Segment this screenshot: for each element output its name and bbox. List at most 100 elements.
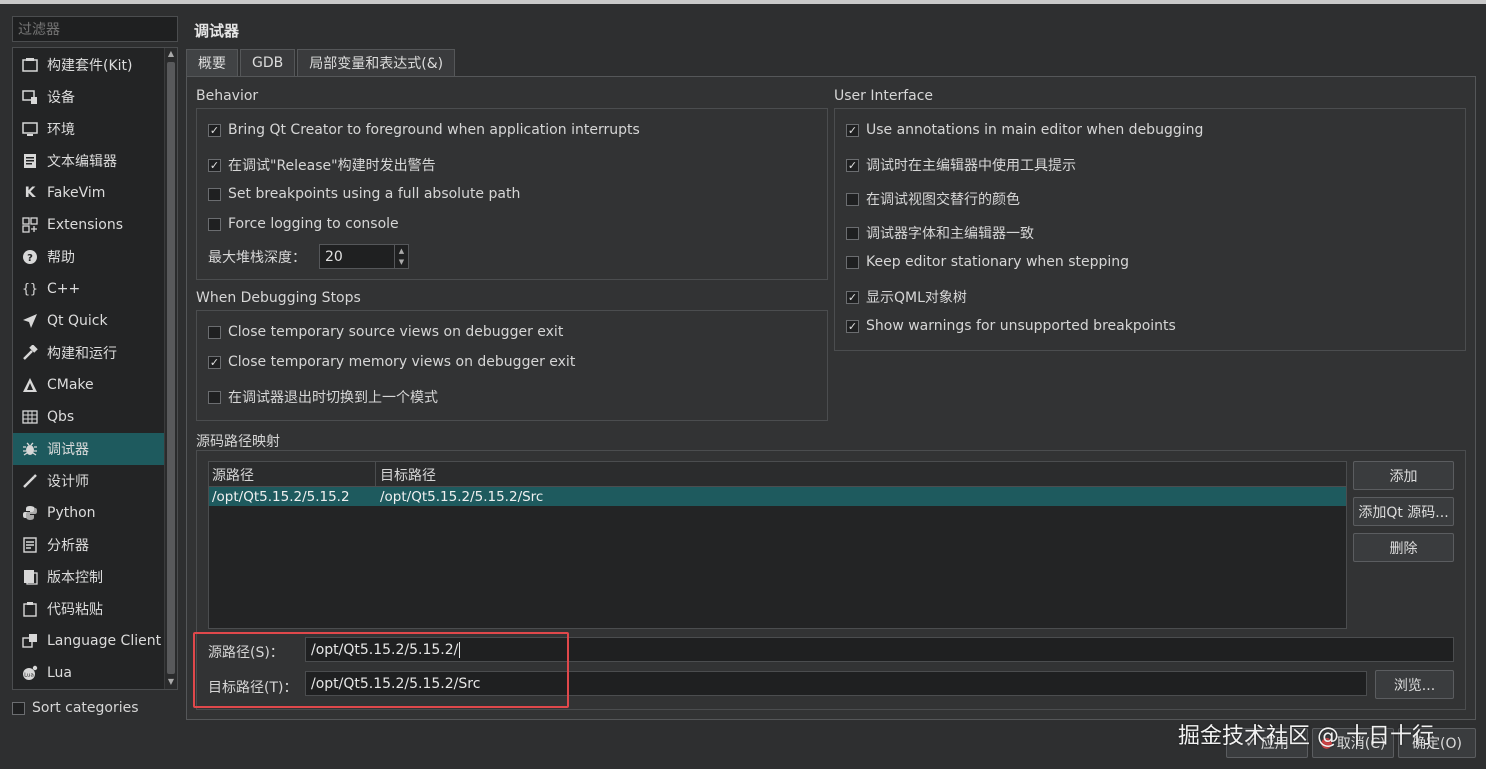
qtquick-icon	[21, 312, 39, 330]
sidebar-item-analyzer[interactable]: 分析器	[13, 529, 165, 561]
sidebar-item-label: 设备	[47, 90, 75, 106]
checkbox-unchecked[interactable]	[846, 192, 859, 206]
checkbox-checked[interactable]: ✓	[208, 355, 221, 369]
sidebar-item-environment[interactable]: 环境	[13, 113, 165, 145]
debug-stops-option[interactable]: Close temporary source views on debugger…	[208, 324, 563, 340]
sidebar-item-build-run[interactable]: 构建和运行	[13, 337, 165, 369]
chevron-down-icon[interactable]: ▼	[399, 258, 404, 266]
option-label: 显示QML对象树	[866, 290, 967, 306]
option-label: 在调试"Release"构建时发出警告	[228, 158, 436, 174]
scroll-up-arrow[interactable]: ▲	[165, 48, 177, 60]
source-mapping-group-title: 源码路径映射	[196, 434, 280, 450]
tab-locals-expressions[interactable]: 局部变量和表达式(&)	[297, 49, 456, 76]
extensions-icon	[21, 216, 39, 234]
category-scrollbar[interactable]: ▲ ▼	[164, 48, 177, 689]
chevron-up-icon[interactable]: ▲	[399, 247, 404, 255]
option-label: Bring Qt Creator to foreground when appl…	[228, 122, 640, 138]
max-stack-depth-label: 最大堆栈深度：	[208, 250, 306, 266]
cmake-icon	[21, 376, 39, 394]
checkbox-checked[interactable]: ✓	[208, 158, 221, 172]
spinbox-buttons[interactable]: ▲ ▼	[394, 245, 408, 268]
sidebar-item-lua[interactable]: Lua Lua	[13, 657, 165, 689]
sidebar-item-label: Python	[47, 505, 96, 521]
sidebar-item-cmake[interactable]: CMake	[13, 369, 165, 401]
sidebar-item-fakevim[interactable]: K FakeVim	[13, 177, 165, 209]
sidebar-item-qbs[interactable]: Qbs	[13, 401, 165, 433]
fakevim-icon: K	[24, 185, 36, 201]
behavior-option[interactable]: Set breakpoints using a full absolute pa…	[208, 186, 520, 202]
checkbox-box[interactable]	[12, 701, 25, 715]
checkbox-unchecked[interactable]	[208, 325, 221, 339]
browse-button[interactable]: 浏览...	[1375, 670, 1454, 699]
braces-icon: {}	[22, 281, 38, 297]
column-header-target[interactable]: 目标路径	[376, 462, 1346, 487]
debug-stops-option[interactable]: ✓ Close temporary memory views on debugg…	[208, 354, 575, 370]
svg-text:Lua: Lua	[24, 673, 34, 679]
checkbox-checked[interactable]: ✓	[846, 290, 859, 304]
sidebar-item-language-client[interactable]: Language Client	[13, 625, 165, 657]
sidebar-item-label: Language Client	[47, 633, 162, 649]
sidebar-item-qtquick[interactable]: Qt Quick	[13, 305, 165, 337]
behavior-option[interactable]: ✓ 在调试"Release"构建时发出警告	[208, 155, 436, 175]
ui-option[interactable]: ✓ Show warnings for unsupported breakpoi…	[846, 318, 1176, 334]
behavior-option[interactable]: ✓ Bring Qt Creator to foreground when ap…	[208, 122, 640, 138]
checkbox-unchecked[interactable]	[208, 217, 221, 231]
ui-option[interactable]: ✓ Use annotations in main editor when de…	[846, 122, 1203, 138]
checkbox-unchecked[interactable]	[846, 255, 859, 269]
sidebar-item-cpp[interactable]: {} C++	[13, 273, 165, 305]
debugging-stops-group-title: When Debugging Stops	[196, 290, 361, 306]
checkbox-checked[interactable]: ✓	[846, 319, 859, 333]
help-icon: ?	[21, 248, 39, 266]
behavior-option[interactable]: Force logging to console	[208, 216, 399, 232]
tab-overview[interactable]: 概要	[186, 49, 238, 76]
source-cell: /opt/Qt5.15.2/5.15.2	[212, 488, 350, 505]
sidebar-item-label: 调试器	[47, 442, 89, 458]
ui-option[interactable]: Keep editor stationary when stepping	[846, 254, 1129, 270]
debug-stops-option[interactable]: 在调试器退出时切换到上一个模式	[208, 387, 438, 407]
sidebar-item-label: 文本编辑器	[47, 154, 117, 170]
source-mapping-table[interactable]: 源路径 目标路径 /opt/Qt5.15.2/5.15.2 /opt/Qt5.1…	[208, 461, 1347, 629]
add-qt-source-button[interactable]: 添加Qt 源码...	[1353, 497, 1454, 526]
monitor-icon	[21, 120, 39, 138]
sidebar-item-version-control[interactable]: 版本控制	[13, 561, 165, 593]
sidebar-item-label: 帮助	[47, 250, 75, 266]
ui-option[interactable]: 调试器字体和主编辑器一致	[846, 223, 1034, 243]
language-client-icon	[21, 632, 39, 650]
tab-bar: 概要 GDB 局部变量和表达式(&)	[186, 49, 457, 76]
sidebar-item-label: Qbs	[47, 409, 75, 425]
sidebar-item-device[interactable]: 设备	[13, 81, 165, 113]
sidebar-item-code-paste[interactable]: 代码粘贴	[13, 593, 165, 625]
kit-icon	[21, 56, 39, 74]
sidebar-item-designer[interactable]: 设计师	[13, 465, 165, 497]
sidebar-item-text-editor[interactable]: 文本编辑器	[13, 145, 165, 177]
checkbox-checked[interactable]: ✓	[846, 158, 859, 172]
ui-option[interactable]: ✓ 调试时在主编辑器中使用工具提示	[846, 155, 1076, 175]
filter-input[interactable]	[12, 16, 178, 42]
sidebar-item-debugger[interactable]: 调试器	[13, 433, 165, 465]
ui-option[interactable]: 在调试视图交替行的颜色	[846, 189, 1020, 209]
table-row[interactable]: /opt/Qt5.15.2/5.15.2 /opt/Qt5.15.2/5.15.…	[209, 487, 1346, 506]
checkbox-unchecked[interactable]	[846, 226, 859, 240]
checkbox-checked[interactable]: ✓	[846, 123, 859, 137]
sidebar-item-kit[interactable]: 构建套件(Kit)	[13, 49, 165, 81]
sort-categories-checkbox[interactable]: Sort categories	[12, 700, 139, 716]
checkbox-unchecked[interactable]	[208, 390, 221, 404]
checkbox-unchecked[interactable]	[208, 187, 221, 201]
sidebar-item-label: 构建套件(Kit)	[47, 58, 133, 74]
sidebar-item-extensions[interactable]: Extensions	[13, 209, 165, 241]
column-header-source[interactable]: 源路径	[209, 462, 376, 487]
ui-option[interactable]: ✓ 显示QML对象树	[846, 287, 967, 307]
sidebar-item-label: 设计师	[47, 474, 89, 490]
remove-mapping-button[interactable]: 删除	[1353, 533, 1454, 562]
checkbox-checked[interactable]: ✓	[208, 123, 221, 137]
tab-gdb[interactable]: GDB	[240, 49, 296, 76]
scrollbar-thumb[interactable]	[167, 62, 175, 674]
max-stack-depth-spinbox[interactable]: 20 ▲ ▼	[319, 244, 409, 269]
add-mapping-button[interactable]: 添加	[1353, 461, 1454, 490]
scroll-down-arrow[interactable]: ▼	[165, 676, 177, 688]
sidebar-item-label: Qt Quick	[47, 313, 108, 329]
option-label: 在调试视图交替行的颜色	[866, 192, 1020, 208]
sidebar-item-help[interactable]: ? 帮助	[13, 241, 165, 273]
sidebar-item-python[interactable]: Python	[13, 497, 165, 529]
sidebar-item-label: CMake	[47, 377, 94, 393]
